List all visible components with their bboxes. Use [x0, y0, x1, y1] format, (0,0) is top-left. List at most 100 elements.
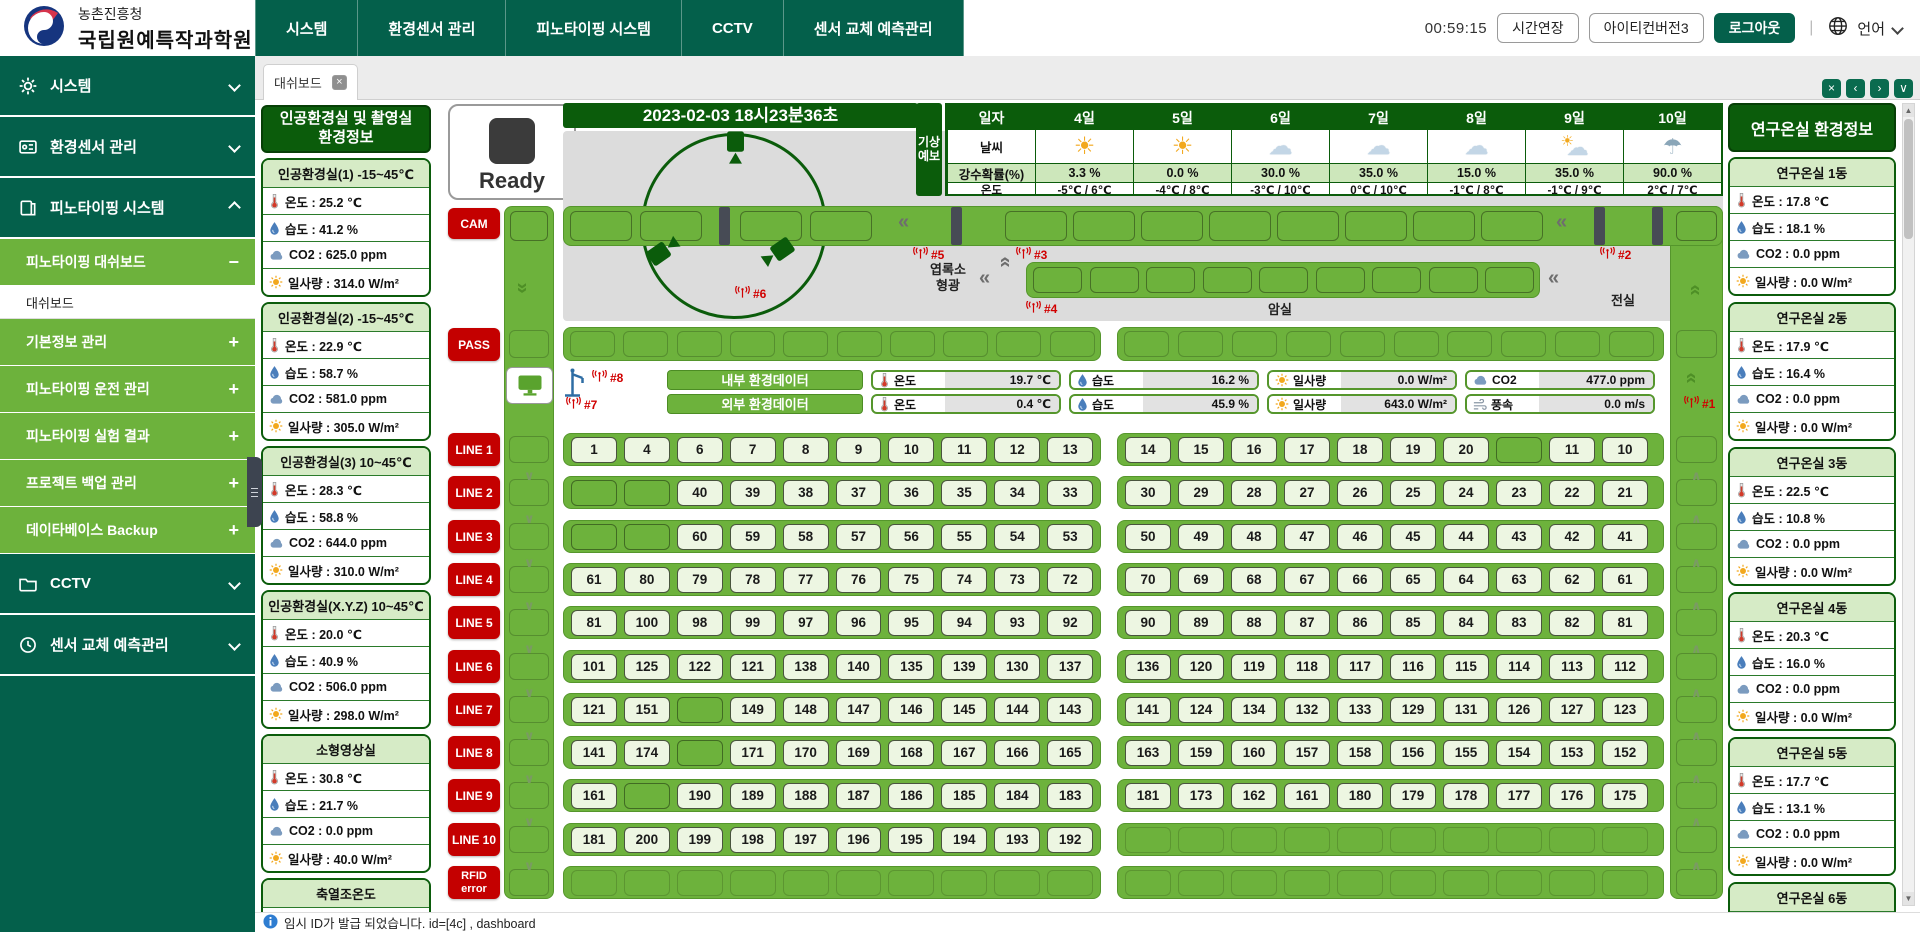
line-button-6[interactable]: LINE 6	[448, 650, 500, 683]
line-button-8[interactable]: LINE 8	[448, 736, 500, 769]
plant-cell: 125	[624, 654, 670, 680]
tab-dashboard[interactable]: 대쉬보드 ×	[263, 64, 358, 100]
sidebar-item-7[interactable]: 피노타이핑 운전 관리+	[0, 366, 255, 413]
plant-cell: 183	[1047, 783, 1093, 809]
tab-close-icon[interactable]: ×	[332, 75, 347, 90]
extend-time-button[interactable]: 시간연장	[1497, 13, 1579, 43]
plant-cell: 129	[1390, 697, 1436, 723]
weather-day-header: 9일	[1525, 105, 1623, 129]
sidebar-item-3[interactable]: 피노타이핑 시스템	[0, 178, 255, 239]
plant-cell: 181	[1125, 783, 1171, 809]
sidebar-item-8[interactable]: 피노타이핑 실험 결과+	[0, 413, 255, 460]
plant-cell: 59	[730, 524, 776, 550]
radio-icon	[592, 370, 607, 386]
env-metric-pill: CO2477.0 ppm	[1465, 370, 1655, 390]
cam-button[interactable]: CAM	[448, 208, 500, 239]
conveyor-slot	[1146, 267, 1195, 293]
conveyor-slot	[509, 826, 549, 853]
window-next-button[interactable]: ›	[1870, 79, 1889, 98]
sidebar-item-6[interactable]: 기본정보 관리+	[0, 319, 255, 366]
sidebar-item-10[interactable]: 데이타베이스 Backup+	[0, 507, 255, 554]
nav-item-1[interactable]: 시스템	[255, 0, 358, 56]
weather-day-header: 7일	[1329, 105, 1427, 129]
window-prev-button[interactable]: ‹	[1846, 79, 1865, 98]
logout-button[interactable]: 로그아웃	[1714, 13, 1796, 43]
belt-arrow-icon: ∨	[524, 556, 535, 569]
sidebar-item-12[interactable]: 센서 교체 예측관리	[0, 615, 255, 676]
chevron-down-icon	[228, 140, 241, 153]
sidebar-item-5[interactable]: 대쉬보드	[0, 286, 255, 319]
plant-cell: 124	[1178, 697, 1224, 723]
sensor-icon	[18, 137, 38, 157]
pass-button[interactable]: PASS	[448, 328, 500, 361]
empty-slot	[1390, 870, 1436, 896]
right-panel-scrollbar[interactable]: ▲ ▼	[1902, 103, 1915, 906]
plant-cell: 176	[1549, 783, 1595, 809]
line-button-10[interactable]: LINE 10	[448, 823, 500, 856]
window-collapse-button[interactable]: ∨	[1894, 79, 1913, 98]
empty-cell	[624, 524, 670, 550]
nav-item-3[interactable]: 피노타이핑 시스템	[506, 0, 682, 56]
grid-row-9-right: 181173162161180179178177176175	[1117, 779, 1664, 812]
metric-name: 일사량	[1293, 372, 1326, 389]
plant-cell: 123	[1602, 697, 1648, 723]
sun-icon	[269, 275, 283, 289]
metric-name: 일사량	[1293, 396, 1326, 413]
window-close-button[interactable]: ×	[1822, 79, 1841, 98]
metric-text: CO2 : 506.0 ppm	[289, 680, 387, 694]
plant-cell: 141	[1125, 697, 1171, 723]
plant-cell: 138	[783, 654, 829, 680]
room-card-title: 연구온실 1동	[1730, 159, 1894, 186]
sidebar-item-label: 피노타이핑 운전 관리	[26, 379, 150, 399]
plant-cell: 34	[994, 480, 1040, 506]
line-button-1[interactable]: LINE 1	[448, 433, 500, 466]
plant-cell: 18	[1337, 437, 1383, 463]
plant-cell: 120	[1178, 654, 1224, 680]
line-button-3[interactable]: LINE 3	[448, 520, 500, 553]
language-selector[interactable]: 언어	[1827, 15, 1902, 41]
conveyor-slot	[783, 331, 828, 357]
right-panel-cards: 연구온실 1동온도 : 17.8 ℃습도 : 18.1 %CO2 : 0.0 p…	[1728, 157, 1896, 932]
plant-cell: 30	[1125, 480, 1171, 506]
scroll-down-icon[interactable]: ▼	[1903, 892, 1914, 905]
institute-name: 국립원예특작과학원	[78, 24, 253, 53]
sidebar-item-4[interactable]: 피노타이핑 대쉬보드−	[0, 239, 255, 286]
sidebar-item-9[interactable]: 프로젝트 백업 관리+	[0, 460, 255, 507]
rain-probability-value: 30.0 %	[1231, 163, 1329, 182]
metric-text: 온도 : 17.9 ℃	[1752, 336, 1829, 355]
line-button-2[interactable]: LINE 2	[448, 476, 500, 509]
sidebar-resize-handle[interactable]	[247, 457, 262, 527]
plant-cell: 99	[730, 610, 776, 636]
plant-cell: 155	[1443, 740, 1489, 766]
nav-item-4[interactable]: CCTV	[682, 0, 784, 56]
scrollbar-thumb[interactable]	[1904, 119, 1913, 239]
hum-icon	[1736, 510, 1747, 525]
plant-cell: 80	[624, 567, 670, 593]
weather-row-label: 날씨	[947, 129, 1035, 163]
sidebar-item-2[interactable]: 환경센서 관리	[0, 117, 255, 178]
line-button-9[interactable]: LINE 9	[448, 779, 500, 812]
plant-cell: 146	[888, 697, 934, 723]
line-button-4[interactable]: LINE 4	[448, 563, 500, 596]
sidebar-item-1[interactable]: 시스템	[0, 56, 255, 117]
line-button-5[interactable]: LINE 5	[448, 606, 500, 639]
sidebar-item-11[interactable]: CCTV	[0, 554, 255, 615]
co2-icon	[1736, 829, 1751, 840]
nav-item-2[interactable]: 환경센서 관리	[358, 0, 506, 56]
nav-item-5[interactable]: 센서 교체 예측관리	[784, 0, 964, 56]
grid-row-3-right: 50494847464544434241	[1117, 520, 1664, 553]
plant-cell: 25	[1390, 480, 1436, 506]
scroll-up-icon[interactable]: ▲	[1903, 104, 1914, 117]
status-bar: 임시 ID가 발급 되었습니다. id=[4c] , dashboard	[255, 912, 1920, 932]
plant-cell: 85	[1390, 610, 1436, 636]
line-button-7[interactable]: LINE 7	[448, 693, 500, 726]
weather-icon-cell: ☁	[1427, 129, 1525, 163]
user-button[interactable]: 아이티컨버전3	[1589, 13, 1704, 43]
grid-row-9-left: 161190189188187186185184183	[563, 779, 1101, 812]
conveyor-slot	[1413, 211, 1475, 241]
conveyor-slot	[1676, 566, 1717, 593]
belt-arrow-icon: ∨	[524, 859, 535, 872]
rfid-error-button[interactable]: RFIDerror	[448, 866, 500, 899]
radio-icon	[913, 247, 928, 263]
hum-icon	[1736, 365, 1747, 380]
